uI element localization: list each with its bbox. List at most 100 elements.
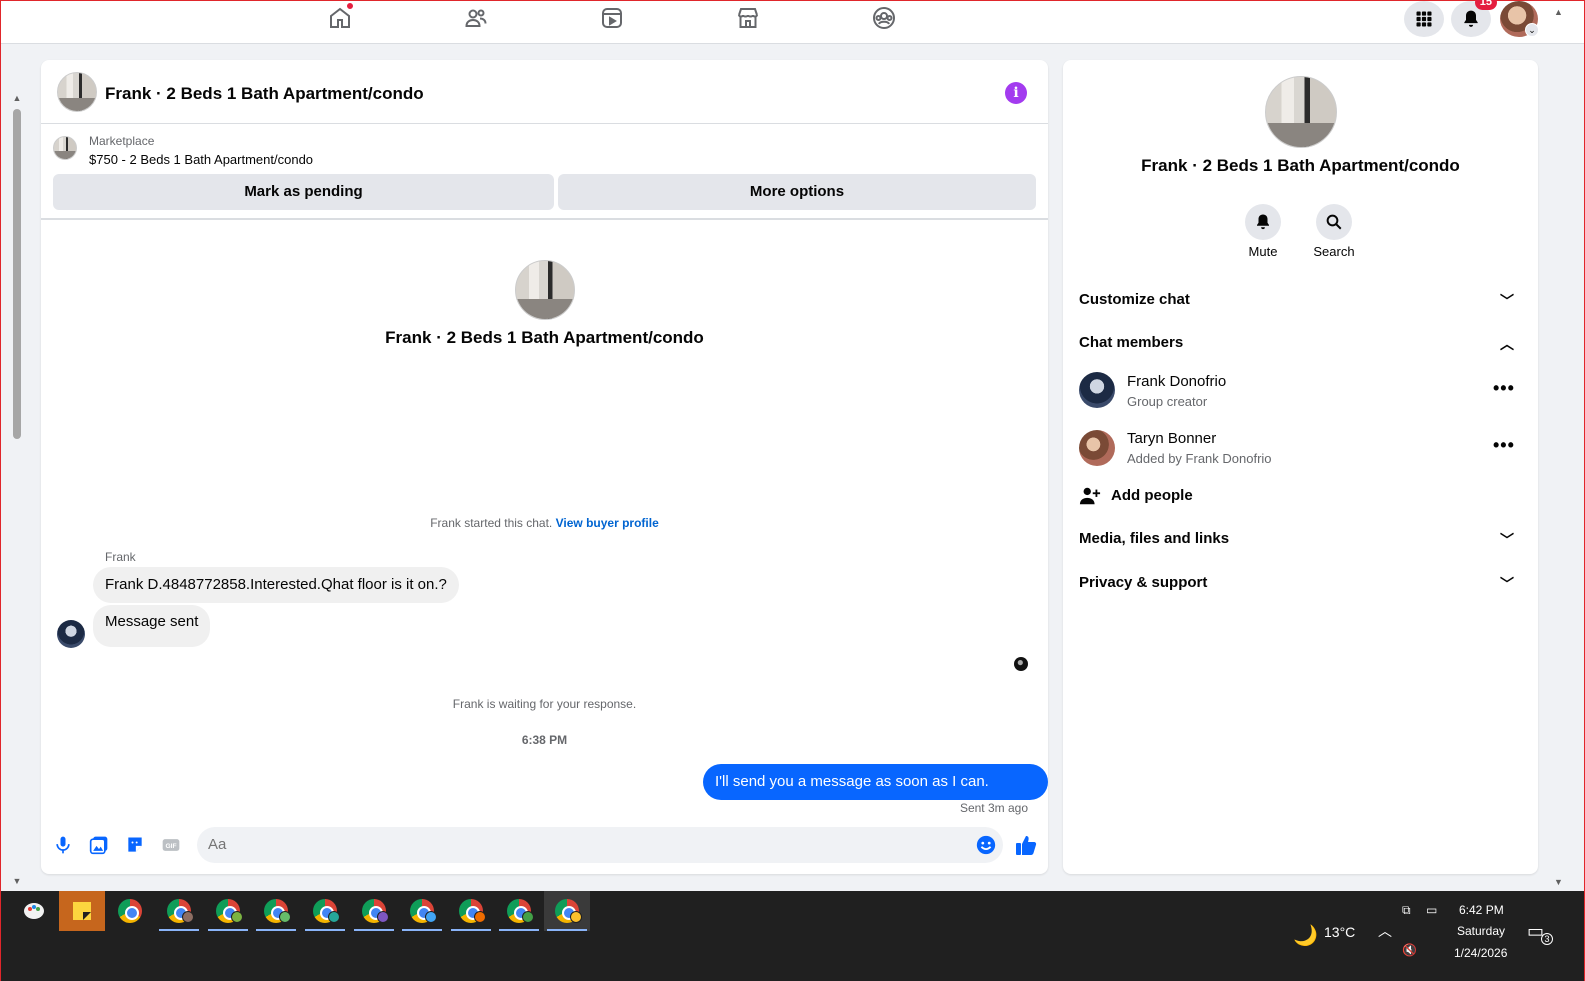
chevron-up-icon: ︿ <box>1500 336 1514 352</box>
sender-name: Frank <box>105 550 136 564</box>
chevron-down-icon: ﹀ <box>1500 532 1514 548</box>
scroll-down-icon[interactable]: ▼ <box>11 876 23 886</box>
emoji-icon[interactable] <box>975 834 997 856</box>
member-subtitle: Group creator <box>1127 394 1208 409</box>
chat-center-thumbnail <box>515 260 575 320</box>
chat-members-label: Chat members <box>1079 334 1184 351</box>
chevron-down-icon[interactable]: ⌄ <box>1525 23 1539 37</box>
top-navigation-bar: 15 ⌄ <box>1 0 1584 44</box>
marketplace-icon[interactable] <box>733 4 763 32</box>
mark-as-pending-button[interactable]: Mark as pending <box>53 174 554 210</box>
chrome-app-icon[interactable] <box>107 891 153 931</box>
chrome-profile-window[interactable] <box>399 891 445 931</box>
chat-started-text: Frank started this chat. <box>430 516 553 530</box>
member-subtitle: Added by Frank Donofrio <box>1127 451 1272 466</box>
chevron-down-icon: ﹀ <box>1500 576 1514 592</box>
sticker-icon[interactable] <box>124 834 146 856</box>
video-icon[interactable] <box>597 4 627 32</box>
chrome-profile-window[interactable] <box>156 891 202 931</box>
chrome-profile-window[interactable] <box>448 891 494 931</box>
chat-panel: Frank · 2 Beds 1 Bath Apartment/condo i … <box>41 60 1048 874</box>
bell-icon <box>1257 214 1269 230</box>
scroll-up-icon[interactable]: ▲ <box>11 93 23 103</box>
add-person-icon <box>1079 487 1101 505</box>
chrome-profile-window-active[interactable] <box>544 891 590 931</box>
page-scrollbar[interactable]: ▲ ▼ <box>11 93 23 888</box>
clock-day[interactable]: Saturday <box>1457 924 1505 938</box>
conversation-info-panel: Frank · 2 Beds 1 Bath Apartment/condo Mu… <box>1063 60 1538 874</box>
sender-avatar[interactable] <box>57 620 85 648</box>
weather-temperature[interactable]: 13°C <box>1324 924 1355 940</box>
paint-app-icon[interactable] <box>11 891 57 931</box>
volume-muted-icon[interactable]: 🔇 <box>1402 943 1417 957</box>
search-icon <box>1326 214 1342 230</box>
chrome-profile-window[interactable] <box>351 891 397 931</box>
media-files-links-row[interactable]: Media, files and links ﹀ <box>1079 530 1522 554</box>
more-icon[interactable]: ••• <box>1493 378 1515 399</box>
listing-small-thumbnail[interactable] <box>53 136 77 160</box>
outgoing-message[interactable]: I'll send you a message as soon as I can… <box>703 764 1048 826</box>
scrollbar-thumb[interactable] <box>13 109 21 439</box>
listing-price[interactable]: $750 - 2 Beds 1 Bath Apartment/condo <box>89 152 313 167</box>
message-input[interactable] <box>197 827 1003 863</box>
message-timestamp: 6:38 PM <box>521 733 568 747</box>
marketplace-listing: Marketplace $750 - 2 Beds 1 Bath Apartme… <box>41 124 1048 220</box>
privacy-support-row[interactable]: Privacy & support ﹀ <box>1079 574 1522 598</box>
friends-icon[interactable] <box>461 4 491 32</box>
member-avatar[interactable] <box>1079 372 1115 408</box>
chat-header: Frank · 2 Beds 1 Bath Apartment/condo i <box>41 60 1048 124</box>
apps-menu-button[interactable] <box>1404 1 1444 37</box>
incoming-message[interactable]: Frank D.4848772858.Interested.Qhat floor… <box>93 567 459 603</box>
chevron-up-icon[interactable]: ︿ <box>1378 921 1392 941</box>
windows-taskbar: 🌙 13°C ︿ ⧉ ▭ 🔇 6:42 PM Saturday 1/24/202… <box>1 891 1584 981</box>
microphone-icon[interactable] <box>52 834 74 856</box>
gif-icon[interactable]: GIF <box>160 834 182 856</box>
customize-chat-label: Customize chat <box>1079 291 1190 308</box>
thumbs-up-icon[interactable] <box>1014 833 1038 857</box>
sent-status: Sent 3m ago <box>959 801 1028 815</box>
listing-thumbnail[interactable] <box>57 72 97 112</box>
sticky-notes-app-icon[interactable] <box>59 891 105 931</box>
read-receipt-avatar <box>1014 657 1028 671</box>
member-name[interactable]: Taryn Bonner <box>1127 430 1216 447</box>
photo-icon[interactable] <box>88 834 110 856</box>
chrome-profile-window[interactable] <box>496 891 542 931</box>
chat-started-notice: Frank started this chat. View buyer prof… <box>41 516 1048 530</box>
listing-label: Marketplace <box>89 134 155 148</box>
moon-icon[interactable]: 🌙 <box>1293 923 1318 948</box>
search-button[interactable] <box>1316 204 1352 240</box>
search-label: Search <box>1313 244 1355 259</box>
member-name[interactable]: Frank Donofrio <box>1127 373 1226 390</box>
meet-now-icon[interactable]: ⧉ <box>1402 903 1411 918</box>
groups-icon[interactable] <box>869 4 899 32</box>
grid-icon <box>1416 11 1432 27</box>
add-people-label: Add people <box>1111 487 1193 504</box>
chrome-profile-window[interactable] <box>302 891 348 931</box>
more-options-button[interactable]: More options <box>558 174 1036 210</box>
view-buyer-profile-link[interactable]: View buyer profile <box>556 516 659 530</box>
incoming-message[interactable]: Message sent <box>93 605 211 647</box>
media-files-links-label: Media, files and links <box>1079 530 1230 547</box>
mute-label: Mute <box>1248 244 1278 259</box>
home-icon[interactable] <box>325 2 355 32</box>
scroll-down-icon[interactable]: ▼ <box>1554 877 1563 887</box>
clock-time[interactable]: 6:42 PM <box>1459 903 1504 917</box>
info-panel-title: Frank · 2 Beds 1 Bath Apartment/condo <box>1141 156 1460 175</box>
mute-button[interactable] <box>1245 204 1281 240</box>
chrome-profile-window[interactable] <box>253 891 299 931</box>
info-icon[interactable]: i <box>1005 82 1027 104</box>
chat-center-title: Frank · 2 Beds 1 Bath Apartment/condo <box>385 328 704 347</box>
chrome-profile-window[interactable] <box>205 891 251 931</box>
chat-members-row[interactable]: Chat members ︿ <box>1079 334 1522 358</box>
clock-date[interactable]: 1/24/2026 <box>1454 946 1507 960</box>
action-center-count: 3 <box>1541 933 1553 945</box>
customize-chat-row[interactable]: Customize chat ﹀ <box>1079 291 1522 315</box>
more-icon[interactable]: ••• <box>1493 435 1515 456</box>
scroll-up-icon[interactable]: ▲ <box>1554 7 1563 17</box>
network-icon[interactable]: ▭ <box>1426 903 1437 917</box>
svg-text:GIF: GIF <box>165 843 176 850</box>
member-avatar[interactable] <box>1079 430 1115 466</box>
notifications-button[interactable]: 15 <box>1451 0 1497 37</box>
chat-title[interactable]: Frank · 2 Beds 1 Bath Apartment/condo <box>105 84 424 104</box>
add-people-row[interactable]: Add people <box>1079 485 1522 509</box>
